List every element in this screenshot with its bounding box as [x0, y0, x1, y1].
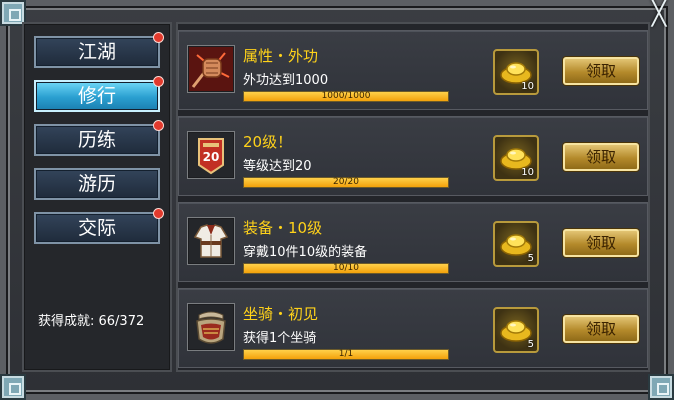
- achievement-count: 获得成就: 66/372: [38, 314, 145, 329]
- tab-label: 江湖: [77, 41, 116, 63]
- level-badge-text: 20: [203, 150, 220, 164]
- reward-count: 5: [527, 339, 534, 350]
- achievement-title: 坐骑・初见: [243, 305, 319, 323]
- progress-bar: 20/20: [243, 177, 449, 188]
- achievement-list[interactable]: 属性・外功 外功达到1000 1000/1000 10 领取 20 20级！ 等…: [176, 22, 650, 372]
- tab-jiaoji[interactable]: 交际: [34, 208, 164, 244]
- tab-youli[interactable]: 游历: [34, 168, 160, 200]
- list-item: 坐骑・初见 获得1个坐骑 1/1 5 领取: [178, 288, 648, 368]
- progress-text: 1/1: [338, 349, 354, 359]
- gold-ingot-icon: 10: [493, 49, 539, 95]
- claim-button[interactable]: 领取: [563, 229, 639, 257]
- notification-dot-icon: [153, 120, 164, 131]
- gold-ingot-icon: 10: [493, 135, 539, 181]
- saddle-icon: [187, 303, 235, 351]
- achievement-title: 属性・外功: [243, 47, 319, 65]
- list-item: 20 20级！ 等级达到20 20/20 10 领取: [178, 116, 648, 196]
- tab-label: 历练: [77, 129, 116, 151]
- tab-label: 游历: [77, 173, 116, 195]
- list-item: 装备・10级 穿戴10件10级的装备 10/10 5 领取: [178, 202, 648, 282]
- corner-ornament-icon: [650, 376, 672, 398]
- reward-count: 10: [521, 81, 534, 92]
- progress-text: 10/10: [333, 263, 359, 273]
- reward-count: 10: [521, 167, 534, 178]
- claim-button[interactable]: 领取: [563, 57, 639, 85]
- progress-text: 1000/1000: [321, 91, 371, 101]
- achievement-desc: 等级达到20: [243, 159, 312, 174]
- category-panel: 江湖 修行 历练 游历 交际 获得成就: 66/372: [22, 22, 172, 372]
- progress-bar: 1000/1000: [243, 91, 449, 102]
- tab-xiuxing[interactable]: 修行: [34, 76, 164, 112]
- gold-ingot-icon: 5: [493, 307, 539, 353]
- claim-button[interactable]: 领取: [563, 143, 639, 171]
- achievement-desc: 外功达到1000: [243, 73, 329, 88]
- notification-dot-icon: [153, 76, 164, 87]
- progress-bar: 10/10: [243, 263, 449, 274]
- achievement-title: 20级！: [243, 133, 293, 151]
- tab-label: 交际: [77, 217, 116, 239]
- achievement-desc: 穿戴10件10级的装备: [243, 245, 368, 260]
- corner-ornament-icon: [2, 376, 24, 398]
- level-badge-icon: 20: [187, 131, 235, 179]
- notification-dot-icon: [153, 32, 164, 43]
- tab-jianghu[interactable]: 江湖: [34, 32, 164, 68]
- gold-ingot-icon: 5: [493, 221, 539, 267]
- armor-icon: [187, 217, 235, 265]
- progress-bar: 1/1: [243, 349, 449, 360]
- list-item: 属性・外功 外功达到1000 1000/1000 10 领取: [178, 30, 648, 110]
- progress-text: 20/20: [333, 177, 359, 187]
- notification-dot-icon: [153, 208, 164, 219]
- achievement-desc: 获得1个坐骑: [243, 331, 317, 346]
- fist-icon: [187, 45, 235, 93]
- claim-button[interactable]: 领取: [563, 315, 639, 343]
- achievement-title: 装备・10级: [243, 219, 323, 237]
- reward-count: 5: [527, 253, 534, 264]
- corner-ornament-icon: [2, 2, 24, 24]
- tab-label: 修行: [77, 85, 116, 107]
- tab-lilian[interactable]: 历练: [34, 120, 164, 156]
